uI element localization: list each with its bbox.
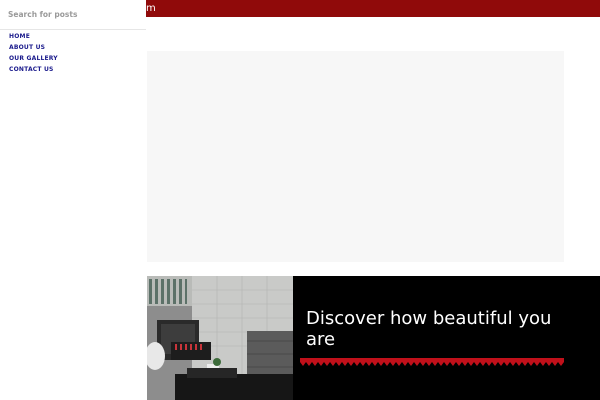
hero-panel: Discover how beautiful you are bbox=[293, 276, 600, 400]
nav-item-our-gallery[interactable]: OUR GALLERY bbox=[9, 53, 58, 64]
nav-item-contact-us[interactable]: CONTACT US bbox=[9, 64, 58, 75]
salon-interior-image bbox=[147, 276, 293, 400]
search-box bbox=[0, 0, 146, 30]
nav-item-about-us[interactable]: ABOUT US bbox=[9, 42, 58, 53]
hero-heading: Discover how beautiful you are bbox=[306, 308, 552, 350]
salon-photo bbox=[147, 276, 293, 400]
nav-item-home[interactable]: HOME bbox=[9, 31, 58, 42]
content-placeholder bbox=[147, 51, 564, 262]
navigation-drawer: HOME ABOUT US OUR GALLERY CONTACT US bbox=[0, 0, 146, 400]
zigzag-divider bbox=[300, 358, 564, 366]
main-nav: HOME ABOUT US OUR GALLERY CONTACT US bbox=[9, 31, 58, 75]
search-input[interactable] bbox=[8, 0, 144, 28]
top-bar-text: m bbox=[146, 3, 156, 14]
